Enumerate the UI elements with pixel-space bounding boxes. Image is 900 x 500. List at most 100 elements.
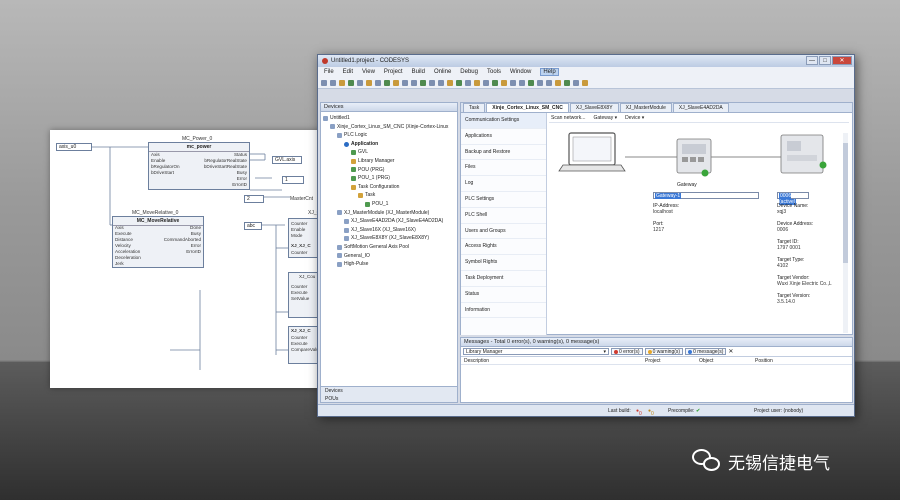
warnings-filter-button[interactable]: 0 warning(s): [644, 348, 684, 355]
redo-icon[interactable]: [366, 79, 372, 86]
tab-master-module[interactable]: XJ_MasterModule: [619, 103, 672, 112]
nav-item[interactable]: Communication Settings: [461, 113, 546, 129]
tree-node[interactable]: PLC Logic: [323, 131, 457, 140]
nav-item[interactable]: Applications: [461, 129, 546, 145]
paste-icon[interactable]: [393, 79, 399, 86]
mc-moverelative-block[interactable]: MC_MoveRelative Axis Execute Distance Ve…: [112, 216, 204, 268]
tab-devices[interactable]: Devices: [321, 387, 457, 395]
tree-node[interactable]: GVL: [323, 148, 457, 157]
logout-icon[interactable]: [438, 79, 444, 86]
menu-debug[interactable]: Debug: [460, 69, 478, 75]
help-icon[interactable]: [582, 79, 588, 86]
device-select[interactable]: 0006 (active): [777, 192, 809, 205]
const-1[interactable]: 1: [282, 176, 304, 184]
reset-icon[interactable]: [465, 79, 471, 86]
message-source-select[interactable]: Library Manager ▾: [463, 348, 609, 355]
menu-tools[interactable]: Tools: [487, 69, 501, 75]
step-out-icon[interactable]: [501, 79, 507, 86]
errors-filter-button[interactable]: 0 error(s): [611, 348, 643, 355]
nav-item[interactable]: Access Rights: [461, 239, 546, 256]
menu-online[interactable]: Online: [434, 69, 451, 75]
nav-item[interactable]: Files: [461, 160, 546, 177]
menu-project[interactable]: Project: [384, 69, 403, 75]
tree-node[interactable]: Untitled1: [323, 114, 457, 123]
nav-item[interactable]: Log: [461, 176, 546, 192]
tree-node[interactable]: XJ_MasterModule (XJ_MasterModule): [323, 209, 457, 218]
tree-node[interactable]: XJ_SlaveE8X8Y (XJ_SlaveE8X8Y): [323, 234, 457, 243]
menu-help[interactable]: Help: [540, 68, 559, 76]
menu-view[interactable]: View: [362, 69, 375, 75]
tree-node[interactable]: High-Pulse: [323, 260, 457, 269]
undo-icon[interactable]: [357, 79, 363, 86]
col-description[interactable]: Description: [461, 357, 645, 364]
tree-node[interactable]: POU_1: [323, 200, 457, 209]
breakpoint-icon[interactable]: [474, 79, 480, 86]
run-icon[interactable]: [447, 79, 453, 86]
print-icon[interactable]: [348, 79, 354, 86]
tree-node[interactable]: Application: [323, 140, 457, 149]
nav-item[interactable]: Backup and Restore: [461, 145, 546, 161]
var-axis-input[interactable]: axis_u0: [56, 143, 92, 151]
tab-task[interactable]: Task: [463, 103, 486, 112]
tree-node[interactable]: Xinje_Cortex_Linux_SM_CNC (Xinje-Cortex-…: [323, 123, 457, 132]
menu-window[interactable]: Window: [510, 69, 531, 75]
maximize-button[interactable]: □: [819, 56, 831, 65]
nav-item[interactable]: PLC Settings: [461, 192, 546, 208]
nav-item[interactable]: Information: [461, 303, 546, 319]
watch-icon[interactable]: [555, 79, 561, 86]
scrollbar-thumb[interactable]: [843, 143, 848, 263]
nav-item[interactable]: Task Deployment: [461, 271, 546, 287]
copy-icon[interactable]: [384, 79, 390, 86]
menu-file[interactable]: File: [324, 69, 334, 75]
menu-build[interactable]: Build: [412, 69, 425, 75]
options-icon[interactable]: [573, 79, 579, 86]
clear-messages-icon[interactable]: ✕: [728, 348, 733, 355]
build-icon[interactable]: [420, 79, 426, 86]
tab-slave-e4ad2da[interactable]: XJ_SlaveE4AD2DA: [672, 103, 729, 112]
zoom-icon[interactable]: [564, 79, 570, 86]
new-project-icon[interactable]: [321, 79, 327, 86]
tree-node[interactable]: Library Manager: [323, 157, 457, 166]
tree-node[interactable]: POU_1 (PRG): [323, 174, 457, 183]
tree-node[interactable]: Task: [323, 191, 457, 200]
gateway-select[interactable]: Gateway-1: [653, 192, 759, 199]
unforce-icon[interactable]: [528, 79, 534, 86]
step-into-icon[interactable]: [492, 79, 498, 86]
find-icon[interactable]: [411, 79, 417, 86]
save-icon[interactable]: [339, 79, 345, 86]
cut-icon[interactable]: [375, 79, 381, 86]
tree-node[interactable]: POU (PRG): [323, 166, 457, 175]
editor-vertical-scrollbar[interactable]: [843, 133, 848, 333]
stop-icon[interactable]: [456, 79, 462, 86]
nav-item[interactable]: Users and Groups: [461, 224, 546, 240]
tab-pous[interactable]: POUs: [321, 395, 457, 403]
login-icon[interactable]: [429, 79, 435, 86]
scan-network-button[interactable]: Scan network...: [551, 113, 585, 122]
nav-item[interactable]: Status: [461, 287, 546, 303]
step-over-icon[interactable]: [483, 79, 489, 86]
menu-edit[interactable]: Edit: [343, 69, 353, 75]
write-values-icon[interactable]: [510, 79, 516, 86]
open-icon[interactable]: [330, 79, 336, 86]
tree-node[interactable]: SoftMotion General Axis Pool: [323, 243, 457, 252]
tree-node[interactable]: General_IO: [323, 252, 457, 261]
nav-item[interactable]: PLC Shell: [461, 208, 546, 224]
nav-item[interactable]: Symbol Rights: [461, 255, 546, 271]
gateway-menu[interactable]: Gateway ▾: [593, 113, 617, 122]
tree-node[interactable]: Task Configuration: [323, 183, 457, 192]
minimize-button[interactable]: —: [806, 56, 818, 65]
mc-power-block[interactable]: mc_power Axis Enable bRegulatorOn bDrive…: [148, 142, 250, 190]
title-bar[interactable]: Untitled1.project - CODESYS: [318, 55, 854, 67]
force-values-icon[interactable]: [519, 79, 525, 86]
messages-filter-button[interactable]: 0 message(s): [685, 348, 727, 355]
col-position[interactable]: Position: [755, 357, 815, 364]
tab-slave-e8x8y[interactable]: XJ_SlaveE8X8Y: [569, 103, 619, 112]
var-gvl-axis[interactable]: GVL.axis: [272, 156, 302, 164]
delete-icon[interactable]: [402, 79, 408, 86]
tree-node[interactable]: XJ_SlaveE4AD2DA (XJ_SlaveE4AD2DA): [323, 217, 457, 226]
close-button[interactable]: ✕: [832, 56, 852, 65]
col-project[interactable]: Project: [645, 357, 699, 364]
toggle-icon[interactable]: [537, 79, 543, 86]
const-2[interactable]: 2: [244, 195, 264, 203]
tree-node[interactable]: XJ_Slave16X (XJ_Slave16X): [323, 226, 457, 235]
